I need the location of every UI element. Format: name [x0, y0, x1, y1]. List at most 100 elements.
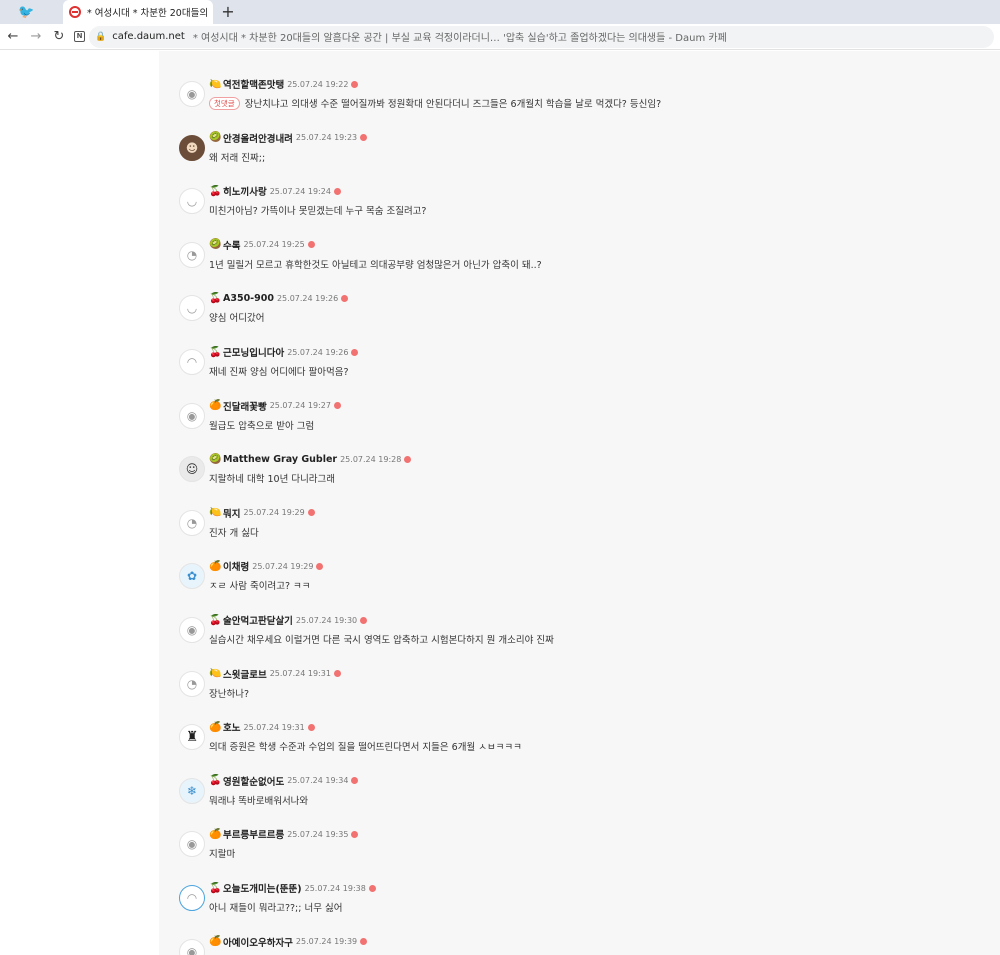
report-icon[interactable] — [351, 777, 359, 785]
page-content: ◉ 🍋 역전할맥존맛탱 25.07.24 19:22 첫댓글 장난치냐고 의대생 수준 떨… — [0, 51, 1000, 955]
comment-header: 🍒 히노끼사랑 25.07.24 19:24 — [209, 184, 341, 198]
nickname[interactable]: 호노 — [223, 720, 240, 734]
comment-header: 🍒 술안먹고판닫살기 25.07.24 19:30 — [209, 613, 368, 627]
comment-text: 1년 밀릴거 모르고 휴학한것도 아닐테고 의대공부량 엄청많은거 아닌가 압축… — [209, 259, 542, 271]
report-icon[interactable] — [316, 562, 324, 570]
avatar[interactable]: ◔ — [179, 241, 205, 268]
nickname[interactable]: 스윗글로브 — [223, 667, 267, 681]
naver-extension-icon[interactable]: N — [74, 31, 85, 42]
comment-date: 25.07.24 19:26 — [276, 293, 339, 303]
avatar[interactable]: ◠ — [179, 885, 205, 911]
nickname[interactable]: 부르릉부르르릉 — [223, 827, 284, 841]
comment-item: ◉ 🍋 역전할맥존맛탱 25.07.24 19:22 첫댓글 장난치냐고 의대생 수준 떨… — [179, 77, 979, 127]
comment-text: 장난하나? — [209, 688, 250, 700]
report-icon[interactable] — [333, 402, 341, 410]
comment-header: 🥝 수록 25.07.24 19:25 — [209, 238, 315, 252]
navigation-bar: ← → ↻ N 🔒 cafe.daum.net * 여성시대 * 차분한 20대… — [0, 24, 1000, 50]
comment-text: 왜 저래 진짜;; — [209, 152, 266, 164]
comment-text: 아니 재들이 뭐라고??;; 너무 싫어 — [209, 903, 343, 914]
back-arrow-icon[interactable]: ← — [3, 29, 23, 44]
avatar[interactable]: ☻ — [179, 134, 205, 161]
tab-pinned[interactable]: 🐦 — [0, 0, 62, 24]
new-tab-button[interactable]: + — [218, 2, 238, 21]
address-bar[interactable]: 🔒 cafe.daum.net * 여성시대 * 차분한 20대들의 알흠다운 … — [89, 25, 994, 48]
avatar[interactable]: ✿ — [179, 563, 205, 590]
report-icon[interactable] — [307, 509, 315, 517]
avatar[interactable]: ◔ — [179, 670, 205, 697]
member-level-icon: 🍒 — [209, 185, 222, 197]
comment-item: ❄ 🍒 영원할순없어도 25.07.24 19:34 뭐래냐 똑바로배워서나와 — [179, 774, 979, 824]
report-icon[interactable] — [351, 348, 359, 356]
avatar[interactable]: ♜ — [179, 724, 205, 751]
avatar[interactable]: ◠ — [179, 349, 205, 375]
comment-body: 1년 밀릴거 모르고 휴학한것도 아닐테고 의대공부량 엄청많은거 아닌가 압축… — [209, 257, 542, 271]
report-icon[interactable] — [351, 830, 359, 838]
nickname[interactable]: 이채령 — [223, 559, 249, 573]
member-level-icon: 🍋 — [209, 507, 222, 519]
nickname[interactable]: 수록 — [223, 238, 240, 252]
nickname[interactable]: 영원할순없어도 — [223, 774, 284, 788]
comment-body: 첫댓글 장난치냐고 의대생 수준 떨어질까봐 정원확대 안된다더니 즈그들은 6개… — [209, 96, 661, 110]
report-icon[interactable] — [333, 187, 341, 195]
comment-date: 25.07.24 19:30 — [295, 615, 358, 625]
nickname[interactable]: 아예이오우하자구 — [223, 935, 293, 949]
report-icon[interactable] — [360, 616, 368, 624]
comment-body: 아니 재들이 뭐라고??;; 너무 싫어 — [209, 900, 342, 914]
nickname[interactable]: 안경올려안경내려 — [223, 131, 293, 145]
comment-text: 뭐래냐 똑바로배워서나와 — [209, 795, 309, 807]
comment-item: ◡ 🍒 A350-900 25.07.24 19:26 양심 어디갔어 — [179, 291, 979, 341]
comment-date: 25.07.24 19:25 — [243, 240, 305, 250]
comment-header: 🍒 A350-900 25.07.24 19:26 — [209, 291, 349, 305]
avatar[interactable]: ◉ — [179, 831, 205, 858]
report-icon[interactable] — [307, 241, 315, 249]
nickname[interactable]: 오늘도개미는(뚠뚠) — [223, 881, 302, 895]
avatar[interactable]: ☺ — [179, 456, 205, 483]
avatar[interactable]: ◡ — [179, 295, 205, 322]
avatar[interactable]: ◉ — [179, 617, 205, 643]
comment-date: 25.07.24 19:39 — [295, 937, 358, 947]
avatar[interactable]: ◡ — [179, 188, 205, 215]
comment-header: 🍋 스윗글로브 25.07.24 19:31 — [209, 667, 341, 681]
avatar[interactable]: ◉ — [179, 938, 205, 955]
nickname[interactable]: A350-900 — [223, 293, 274, 304]
nickname[interactable]: 진달래꽃빵 — [223, 399, 267, 413]
comment-text: 장난치냐고 의대생 수준 떨어질까봐 정원확대 안된다더니 즈그들은 6개월치 … — [244, 99, 662, 110]
member-level-icon: 🍒 — [209, 775, 222, 787]
comment-text: 진자 개 싫다 — [209, 527, 259, 539]
nickname[interactable]: 역전할맥존맛탱 — [223, 77, 284, 91]
comment-item: ◔ 🍋 뭐지 25.07.24 19:29 진자 개 싫다 — [179, 506, 979, 556]
report-icon[interactable] — [341, 294, 349, 302]
reload-icon[interactable]: ↻ — [49, 29, 69, 44]
comment-date: 25.07.24 19:31 — [269, 669, 331, 679]
comment-date: 25.07.24 19:31 — [243, 722, 305, 732]
nickname[interactable]: Matthew Gray Gubler — [223, 454, 337, 465]
site-info-icon[interactable]: 🔒 — [95, 32, 106, 42]
comment-date: 25.07.24 19:29 — [243, 508, 305, 518]
comment-body: 지랄하네 대학 10년 다니라그래 — [209, 471, 335, 485]
comment-header: 🍒 오늘도개미는(뚠뚠) 25.07.24 19:38 — [209, 881, 376, 895]
report-icon[interactable] — [351, 80, 359, 88]
report-icon[interactable] — [368, 884, 376, 892]
nickname[interactable]: 근모닝입니다아 — [223, 345, 284, 359]
nickname[interactable]: 술안먹고판닫살기 — [223, 613, 293, 627]
report-icon[interactable] — [360, 134, 368, 142]
comment-date: 25.07.24 19:24 — [269, 186, 331, 196]
comment-date: 25.07.24 19:38 — [304, 883, 366, 893]
member-level-icon: 🍋 — [209, 668, 222, 680]
report-icon[interactable] — [307, 723, 315, 731]
nickname[interactable]: 히노끼사랑 — [223, 184, 267, 198]
report-icon[interactable] — [404, 455, 412, 463]
comment-body: 양심 어디갔어 — [209, 310, 264, 324]
avatar[interactable]: ◔ — [179, 509, 205, 536]
avatar[interactable]: ◉ — [179, 81, 205, 107]
report-icon[interactable] — [333, 670, 341, 678]
forward-arrow-icon[interactable]: → — [26, 29, 46, 44]
report-icon[interactable] — [360, 938, 368, 946]
avatar[interactable]: ◉ — [179, 402, 205, 429]
nickname[interactable]: 뭐지 — [223, 506, 240, 520]
comment-text: 실습시간 채우세요 이럴거면 다른 국시 영역도 압축하고 시험본다하지 뭔 개… — [209, 635, 554, 646]
tab-active[interactable]: * 여성시대 * 차분한 20대들의 알 — [63, 0, 213, 24]
member-level-icon: 🍊 — [209, 828, 222, 840]
avatar[interactable]: ❄ — [179, 777, 205, 804]
member-level-icon: 🍒 — [209, 614, 222, 626]
